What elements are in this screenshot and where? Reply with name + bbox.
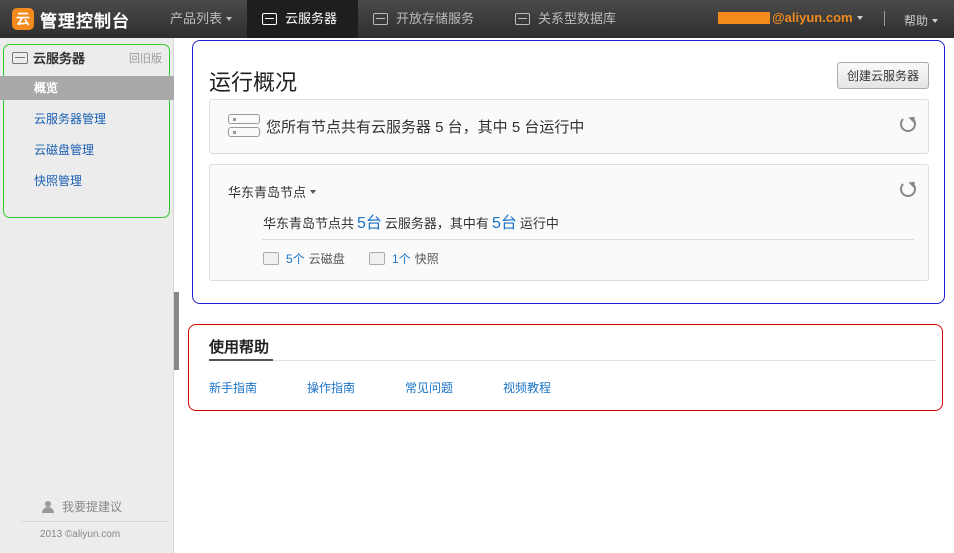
region-name: 华东青岛节点 [228,185,307,200]
help-panel: 使用帮助 新手指南 操作指南 常见问题 视频教程 [188,324,943,411]
sidebar-title: 云服务器 [33,51,86,66]
summary-card: 您所有节点共有云服务器 5 台，其中 5 台运行中 [209,99,929,154]
region-divider [262,239,914,240]
chevron-down-icon [856,15,863,20]
region-text-middle: 云服务器，其中有 [384,216,489,231]
server-stack-icon [228,114,260,138]
help-link-beginner-guide[interactable]: 新手指南 [209,379,257,396]
create-server-button[interactable]: 创建云服务器 [837,62,929,89]
top-navigation-bar: 云 管理控制台 产品列表 云服务器 开放存储服务 关系型数据库 @aliyun.… [0,0,954,38]
snapshot-count-link[interactable]: 1个 [392,250,411,267]
overview-panel: 运行概况 创建云服务器 您所有节点共有云服务器 5 台，其中 5 台运行中 华东… [192,40,945,304]
snapshot-resource: 1个 快照 [369,250,439,267]
nav-open-storage-label: 开放存储服务 [396,11,475,26]
region-text-prefix: 华东青岛节点共 [263,216,355,231]
chevron-down-icon [310,189,317,194]
sidebar-item-server-management[interactable]: 云服务器管理 [0,107,174,131]
nav-cloud-server[interactable]: 云服务器 [247,0,358,38]
suggestion-label: 我要提建议 [62,500,123,514]
help-link-video-tutorial[interactable]: 视频教程 [503,379,551,396]
header-divider [884,11,885,26]
server-icon [262,13,277,25]
nav-relational-database[interactable]: 关系型数据库 [498,0,638,38]
aliyun-logo-icon: 云 [12,8,34,30]
disk-label: 云磁盘 [308,252,345,266]
chevron-down-icon [932,18,939,23]
help-title-underline [209,359,273,361]
account-menu[interactable]: @aliyun.com [718,10,863,25]
region-status: 华东青岛节点共 5台 云服务器，其中有 5台 运行中 [263,209,559,233]
database-icon [515,13,530,25]
sidebar-divider [22,521,168,522]
chevron-down-icon [226,17,233,21]
redacted-username [718,11,770,24]
page-title: 运行概况 [209,70,298,95]
user-feedback-icon [42,500,56,513]
region-card: 华东青岛节点 华东青岛节点共 5台 云服务器，其中有 5台 运行中 5个 云磁盘… [209,164,929,281]
sidebar-collapse-handle[interactable] [174,292,179,370]
nav-open-storage[interactable]: 开放存储服务 [358,0,498,38]
disk-count-link[interactable]: 5个 [286,250,305,267]
nav-product-list[interactable]: 产品列表 [157,0,247,38]
console-title: 管理控制台 [40,11,130,31]
help-menu-label: 帮助 [904,14,929,28]
help-menu[interactable]: 帮助 [904,12,939,29]
sidebar-item-disk-management[interactable]: 云磁盘管理 [0,138,174,162]
disk-resource: 5个 云磁盘 [263,250,345,267]
server-icon [12,51,28,64]
console-logo[interactable]: 云 管理控制台 [12,7,130,31]
region-text-suffix: 运行中 [519,216,559,231]
old-version-link[interactable]: 回旧版 [129,50,162,66]
nav-cloud-server-label: 云服务器 [285,11,338,26]
summary-text: 您所有节点共有云服务器 5 台，其中 5 台运行中 [266,119,585,136]
refresh-icon[interactable] [900,181,916,197]
region-selector[interactable]: 华东青岛节点 [228,182,317,201]
disk-icon [263,252,279,265]
help-link-operation-guide[interactable]: 操作指南 [307,379,355,396]
nav-relational-database-label: 关系型数据库 [538,11,617,26]
suggestion-link[interactable]: 我要提建议 [42,498,122,515]
snapshot-icon [369,252,385,265]
help-title: 使用帮助 [209,339,270,356]
cloud-storage-icon [373,13,388,25]
total-servers-link[interactable]: 5台 [357,209,382,233]
copyright: 2013 ©aliyun.com [40,529,121,540]
sidebar-item-overview[interactable]: 概览 [0,76,174,100]
snapshot-label: 快照 [414,252,439,266]
help-link-faq[interactable]: 常见问题 [405,379,453,396]
nav-product-list-label: 产品列表 [170,11,223,26]
running-servers-link[interactable]: 5台 [492,209,517,233]
refresh-icon[interactable] [900,116,916,132]
sidebar-item-snapshot-management[interactable]: 快照管理 [0,169,174,193]
sidebar: 云服务器 回旧版 概览 云服务器管理 云磁盘管理 快照管理 我要提建议 2013… [0,38,174,553]
help-divider [209,360,936,361]
sidebar-header: 云服务器 回旧版 [12,48,162,67]
account-email: @aliyun.com [772,10,853,25]
